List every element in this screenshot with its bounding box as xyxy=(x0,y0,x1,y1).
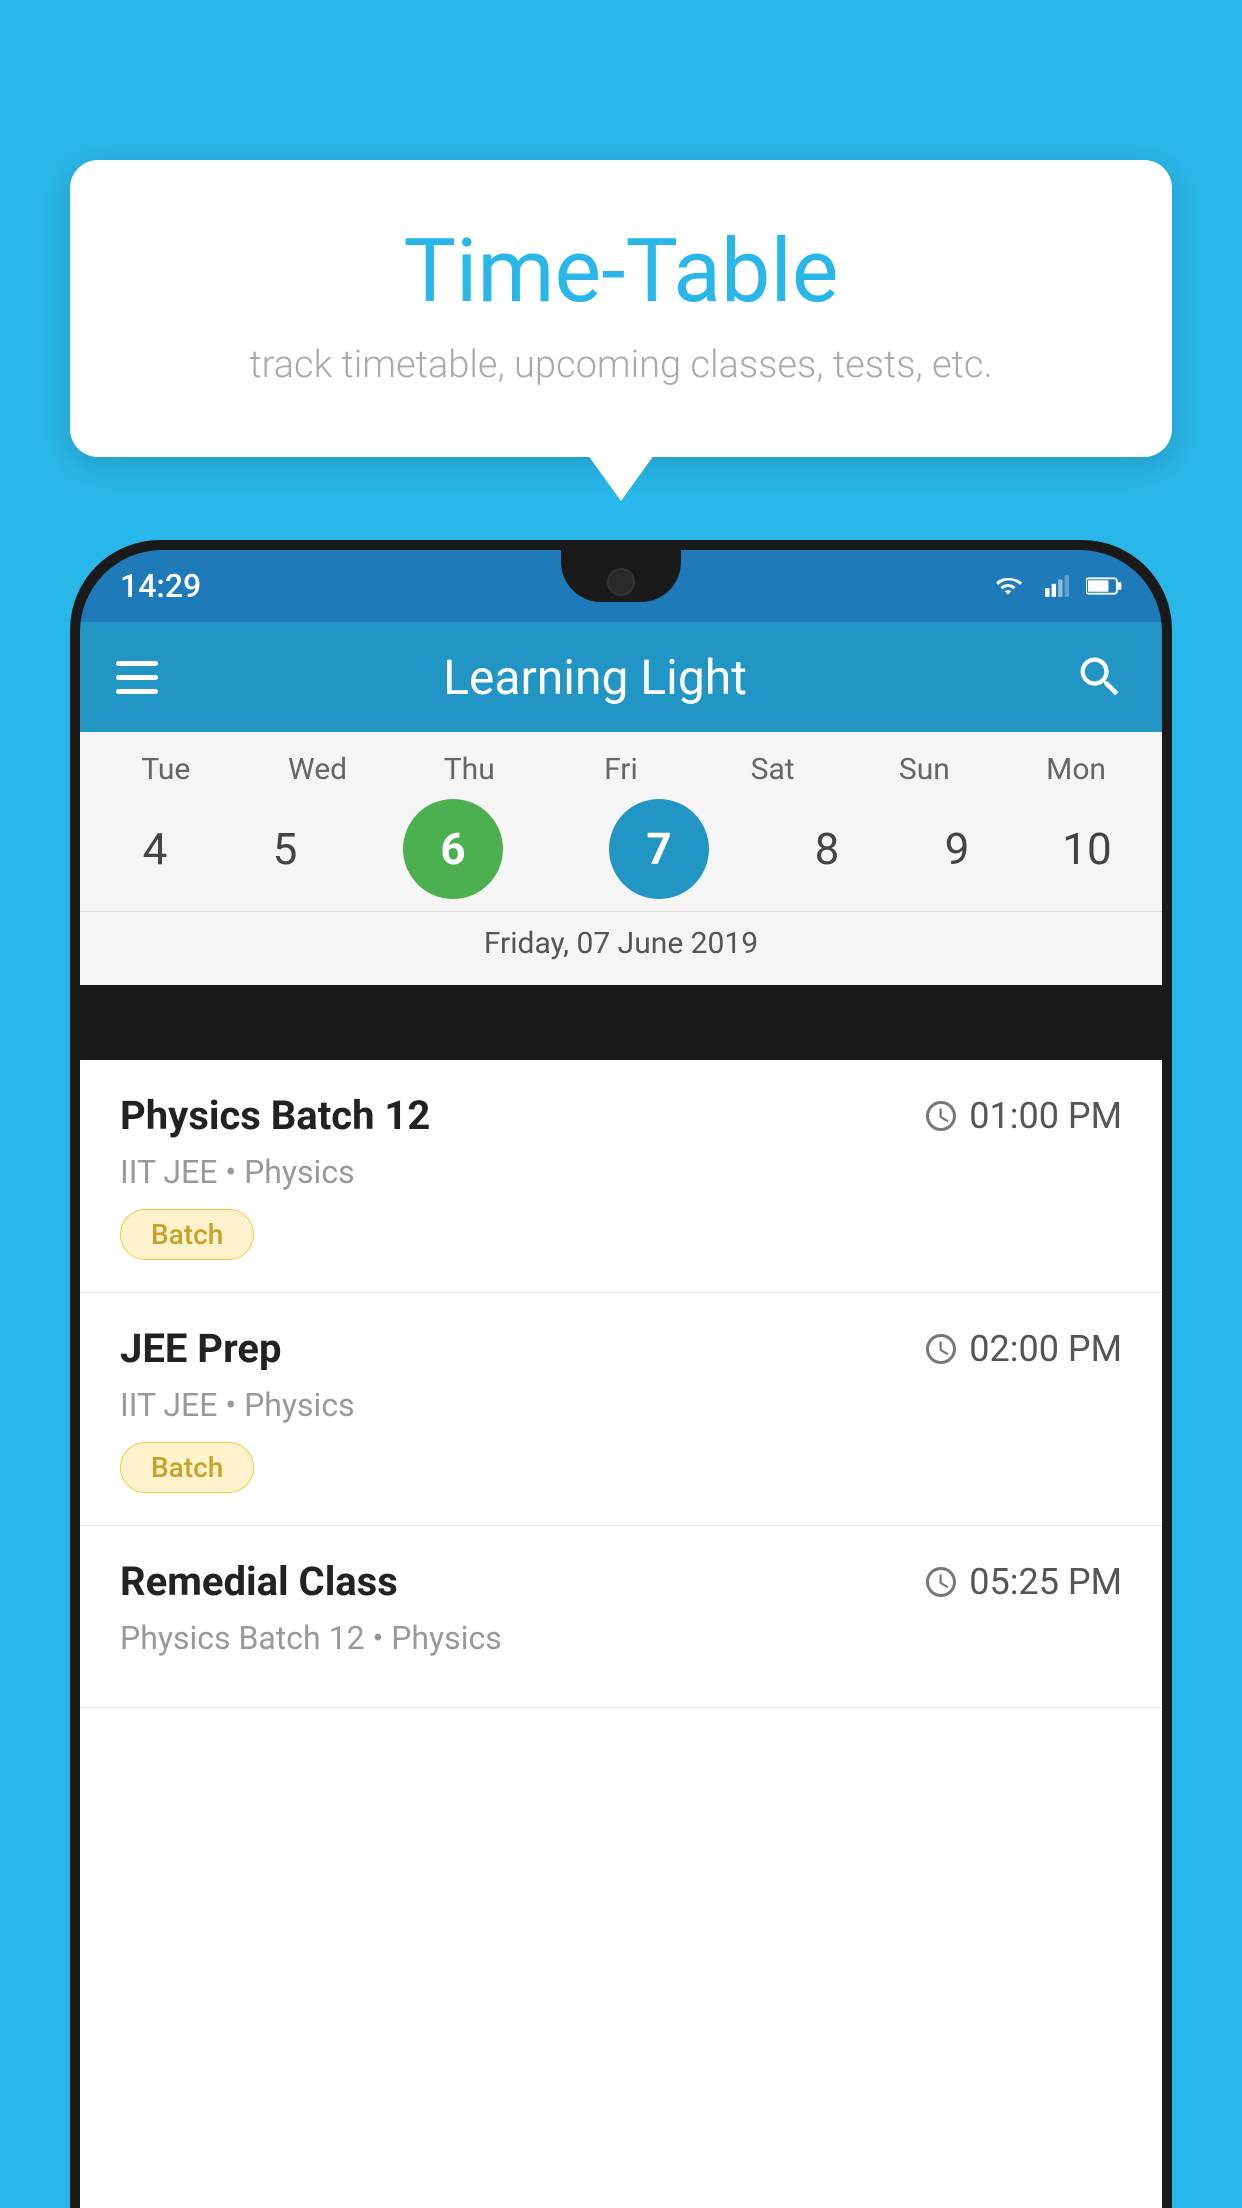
signal-icon xyxy=(1038,573,1074,599)
batch-badge-1: Batch xyxy=(120,1209,254,1260)
schedule-meta-1: IIT JEE • Physics xyxy=(120,1153,1122,1191)
tooltip-card: Time-Table track timetable, upcoming cla… xyxy=(70,160,1172,457)
status-time: 14:29 xyxy=(120,567,201,605)
day-name-wed: Wed xyxy=(253,752,383,787)
day-8[interactable]: 8 xyxy=(762,799,892,899)
schedule-time-2: 02:00 PM xyxy=(923,1328,1122,1370)
day-name-tue: Tue xyxy=(101,752,231,787)
schedule-name-2: JEE Prep xyxy=(120,1325,281,1372)
selected-date-label: Friday, 07 June 2019 xyxy=(80,911,1162,977)
day-names-row: Tue Wed Thu Fri Sat Sun Mon xyxy=(80,752,1162,787)
schedule-item-1[interactable]: Physics Batch 12 01:00 PM IIT JEE • Phys… xyxy=(80,1060,1162,1293)
day-7-selected[interactable]: 7 xyxy=(609,799,709,899)
wifi-icon xyxy=(990,573,1026,599)
search-icon[interactable] xyxy=(1074,651,1126,703)
time-label-3: 05:25 PM xyxy=(969,1561,1122,1603)
schedule-item-2-header: JEE Prep 02:00 PM xyxy=(120,1325,1122,1372)
calendar-header: Tue Wed Thu Fri Sat Sun Mon 4 5 6 7 8 9 … xyxy=(80,732,1162,985)
schedule-name-1: Physics Batch 12 xyxy=(120,1092,430,1139)
phone-frame: 14:29 xyxy=(70,540,1172,2208)
day-4[interactable]: 4 xyxy=(90,799,220,899)
tooltip-title: Time-Table xyxy=(130,220,1112,323)
day-numbers-row: 4 5 6 7 8 9 10 xyxy=(80,799,1162,899)
battery-icon xyxy=(1086,573,1122,599)
time-label-2: 02:00 PM xyxy=(969,1328,1122,1370)
clock-icon-2 xyxy=(923,1331,959,1367)
batch-badge-2: Batch xyxy=(120,1442,254,1493)
schedule-meta-3: Physics Batch 12 • Physics xyxy=(120,1619,1122,1657)
day-10[interactable]: 10 xyxy=(1022,799,1152,899)
schedule-item-2[interactable]: JEE Prep 02:00 PM IIT JEE • Physics Batc… xyxy=(80,1293,1162,1526)
camera xyxy=(607,568,635,596)
day-name-mon: Mon xyxy=(1011,752,1141,787)
schedule-item-3[interactable]: Remedial Class 05:25 PM Physics Batch 12… xyxy=(80,1526,1162,1708)
phone-inner: 14:29 xyxy=(80,550,1162,2208)
day-5[interactable]: 5 xyxy=(220,799,350,899)
clock-icon-3 xyxy=(923,1564,959,1600)
day-name-thu: Thu xyxy=(404,752,534,787)
schedule-container: Physics Batch 12 01:00 PM IIT JEE • Phys… xyxy=(80,1060,1162,2208)
schedule-meta-2: IIT JEE • Physics xyxy=(120,1386,1122,1424)
day-name-sun: Sun xyxy=(859,752,989,787)
day-9[interactable]: 9 xyxy=(892,799,1022,899)
notch xyxy=(561,550,681,602)
day-6-today[interactable]: 6 xyxy=(403,799,503,899)
clock-icon-1 xyxy=(923,1098,959,1134)
schedule-time-1: 01:00 PM xyxy=(923,1095,1122,1137)
app-bar: Learning Light xyxy=(80,622,1162,732)
status-icons xyxy=(990,573,1122,599)
app-title: Learning Light xyxy=(116,649,1074,706)
schedule-item-3-header: Remedial Class 05:25 PM xyxy=(120,1558,1122,1605)
day-name-sat: Sat xyxy=(708,752,838,787)
time-label-1: 01:00 PM xyxy=(969,1095,1122,1137)
schedule-time-3: 05:25 PM xyxy=(923,1561,1122,1603)
day-name-fri: Fri xyxy=(556,752,686,787)
schedule-item-1-header: Physics Batch 12 01:00 PM xyxy=(120,1092,1122,1139)
tooltip-subtitle: track timetable, upcoming classes, tests… xyxy=(130,343,1112,387)
schedule-name-3: Remedial Class xyxy=(120,1558,398,1605)
